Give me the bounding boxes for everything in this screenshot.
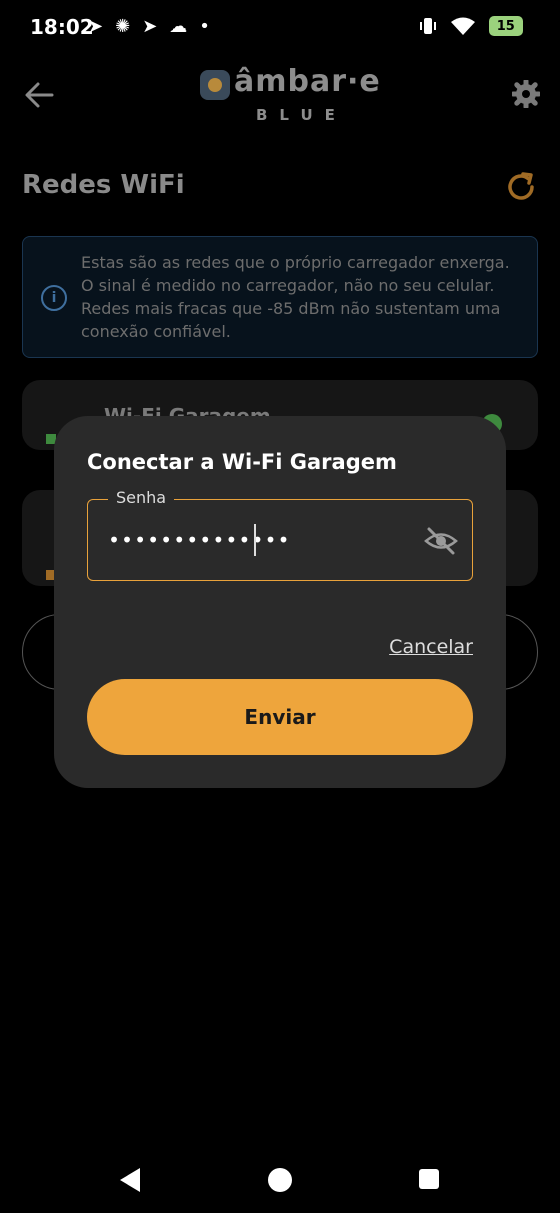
asterisk-icon: ✺: [115, 16, 131, 37]
arrow-left-icon[interactable]: [22, 78, 56, 112]
dot-icon: •: [199, 16, 210, 37]
password-input[interactable]: [108, 524, 408, 556]
battery-level: 15: [496, 18, 515, 34]
cloud-icon: ☁: [169, 16, 188, 37]
submit-button[interactable]: Enviar: [87, 679, 473, 755]
vibrate-icon: [419, 18, 436, 34]
app-logo: âmbar·e BLUE: [200, 64, 380, 128]
logo-main-text: âmbar·e: [234, 64, 381, 99]
nav-home-icon[interactable]: [268, 1168, 292, 1192]
status-bar: 18:02 ➤ ✺ ➤ ☁ • 15 ⚡: [0, 0, 560, 56]
status-icons-left: ➤ ✺ ➤ ☁ •: [88, 16, 210, 38]
eye-off-icon[interactable]: [424, 524, 458, 558]
dialog-title: Conectar a Wi-Fi Garagem: [87, 450, 397, 474]
page-title: Redes WiFi: [22, 170, 185, 200]
nav-recents-icon[interactable]: [419, 1169, 439, 1189]
nav-back-icon[interactable]: [120, 1168, 140, 1192]
system-nav-bar: [0, 1140, 560, 1213]
gear-icon[interactable]: [512, 80, 540, 108]
wifi-icon: [450, 17, 475, 35]
logo-badge-icon: [200, 70, 230, 100]
password-field[interactable]: Senha: [87, 488, 473, 581]
logo-sub-text: BLUE: [256, 106, 347, 124]
info-icon: i: [41, 285, 67, 311]
cancel-button[interactable]: Cancelar: [389, 636, 473, 658]
text-caret: [254, 524, 256, 556]
refresh-icon[interactable]: [504, 170, 538, 204]
password-field-label: Senha: [108, 488, 175, 507]
navigation-icon: ➤: [142, 16, 158, 37]
connect-dialog: Conectar a Wi-Fi Garagem Senha Cancelar …: [54, 416, 506, 788]
status-time: 18:02: [30, 15, 94, 39]
info-box: i Estas são as redes que o próprio carre…: [22, 236, 538, 358]
battery-icon: 15: [488, 16, 523, 36]
navigation-icon: ➤: [88, 16, 104, 37]
info-text: Estas são as redes que o próprio carrega…: [81, 253, 510, 341]
status-icons-right: 15 ⚡: [419, 16, 524, 36]
